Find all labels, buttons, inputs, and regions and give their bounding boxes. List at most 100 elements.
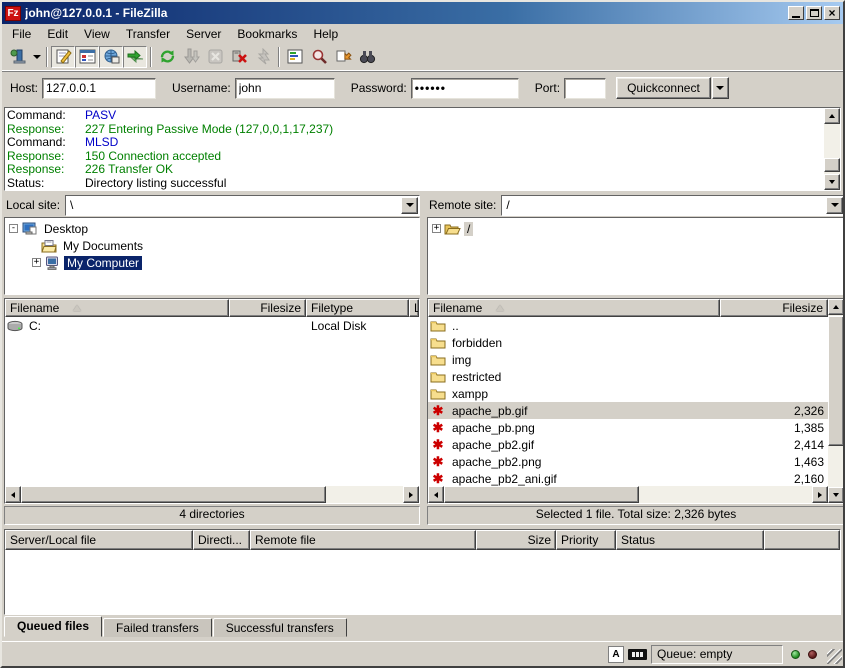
column-header-filesize[interactable]: Filesize — [720, 299, 828, 317]
column-label: Server/Local file — [10, 533, 96, 547]
file-row[interactable]: ✱ apache_pb.png 1,385 — [428, 419, 828, 436]
menu-bar: File Edit View Transfer Server Bookmarks… — [2, 24, 843, 43]
column-header-priority[interactable]: Priority — [556, 530, 616, 550]
scroll-left-button[interactable] — [428, 486, 444, 503]
close-button[interactable]: × — [824, 6, 840, 20]
toggle-message-log-button[interactable] — [51, 46, 75, 68]
expand-expander[interactable]: + — [32, 258, 41, 267]
tree-item-my-computer[interactable]: + My Computer — [5, 254, 419, 271]
scroll-thumb[interactable] — [21, 486, 326, 503]
file-row-selected[interactable]: ✱ apache_pb.gif 2,326 — [428, 402, 828, 419]
expand-expander[interactable]: + — [432, 224, 441, 233]
file-row[interactable]: .. — [428, 317, 828, 334]
image-file-icon: ✱ — [430, 455, 446, 469]
column-header-status[interactable]: Status — [616, 530, 764, 550]
remote-h-scrollbar[interactable] — [428, 486, 828, 503]
scroll-thumb[interactable] — [824, 158, 840, 172]
menu-edit[interactable]: Edit — [39, 25, 76, 43]
file-row[interactable]: xampp — [428, 385, 828, 402]
menu-file[interactable]: File — [4, 25, 39, 43]
collapse-expander[interactable]: - — [9, 224, 18, 233]
column-header-remote-file[interactable]: Remote file — [250, 530, 476, 550]
column-header-filename[interactable]: Filename — [5, 299, 229, 317]
image-file-icon: ✱ — [430, 404, 446, 418]
column-header-filename[interactable]: Filename — [428, 299, 720, 317]
menu-view[interactable]: View — [76, 25, 118, 43]
close-icon: × — [828, 7, 835, 19]
scroll-up-button[interactable] — [824, 108, 840, 124]
directory-filter-button[interactable] — [283, 46, 307, 68]
synchronized-browsing-button[interactable] — [331, 46, 355, 68]
file-row[interactable]: ✱ apache_pb2.gif 2,414 — [428, 436, 828, 453]
minimize-button[interactable] — [788, 6, 804, 20]
scroll-down-button[interactable] — [824, 174, 840, 190]
file-row[interactable]: img — [428, 351, 828, 368]
host-input[interactable] — [42, 78, 156, 99]
refresh-button[interactable] — [155, 46, 179, 68]
toggle-remote-tree-button[interactable] — [99, 46, 123, 68]
find-files-button[interactable] — [355, 46, 379, 68]
file-row[interactable]: ✱ apache_pb2.png 1,463 — [428, 453, 828, 470]
remote-site-dropdown[interactable] — [826, 197, 843, 214]
scroll-right-button[interactable] — [403, 486, 419, 503]
cancel-button[interactable] — [203, 46, 227, 68]
file-name: .. — [448, 319, 728, 333]
toggle-transfer-queue-button[interactable] — [123, 46, 147, 68]
remote-tree: + / — [427, 217, 845, 295]
menu-server[interactable]: Server — [178, 25, 229, 43]
scroll-down-button[interactable] — [828, 487, 844, 503]
tree-item-label: / — [464, 222, 473, 236]
local-h-scrollbar[interactable] — [5, 486, 419, 503]
tab-failed-transfers[interactable]: Failed transfers — [103, 618, 212, 637]
scroll-left-button[interactable] — [5, 486, 21, 503]
column-header-server-local-file[interactable]: Server/Local file — [5, 530, 193, 550]
reconnect-button[interactable] — [251, 46, 275, 68]
message-log-icon — [55, 48, 72, 65]
tree-item-desktop[interactable]: - Desktop — [5, 220, 419, 237]
local-site-combo[interactable]: \ — [65, 195, 420, 216]
maximize-button[interactable] — [806, 6, 822, 20]
port-input[interactable] — [564, 78, 606, 99]
chevron-down-icon — [406, 203, 414, 207]
site-manager-dropdown[interactable] — [30, 46, 43, 68]
file-row-c-drive[interactable]: C: Local Disk — [5, 317, 419, 334]
directory-comparison-button[interactable] — [307, 46, 331, 68]
process-queue-button[interactable] — [179, 46, 203, 68]
column-header-filesize[interactable]: Filesize — [229, 299, 306, 317]
file-row[interactable]: restricted — [428, 368, 828, 385]
quickconnect-button[interactable]: Quickconnect — [616, 77, 711, 99]
username-input[interactable] — [235, 78, 335, 99]
triangle-down-icon — [829, 180, 835, 184]
menu-help[interactable]: Help — [305, 25, 346, 43]
log-scrollbar[interactable] — [824, 108, 840, 190]
column-header-size[interactable]: Size — [476, 530, 556, 550]
tree-item-my-documents[interactable]: My Documents — [5, 237, 419, 254]
quickconnect-dropdown[interactable] — [712, 77, 729, 99]
filezilla-window: Fz john@127.0.0.1 - FileZilla × File Edi… — [0, 0, 845, 668]
tab-successful-transfers[interactable]: Successful transfers — [213, 618, 347, 637]
toggle-local-tree-button[interactable] — [75, 46, 99, 68]
local-site-dropdown[interactable] — [401, 197, 418, 214]
site-manager-button[interactable] — [6, 46, 30, 68]
file-row[interactable]: forbidden — [428, 334, 828, 351]
scroll-right-button[interactable] — [812, 486, 828, 503]
column-header-direction[interactable]: Directi... — [193, 530, 250, 550]
menu-transfer[interactable]: Transfer — [118, 25, 178, 43]
remote-v-scrollbar[interactable] — [828, 299, 844, 503]
file-row[interactable]: ✱ apache_pb2_ani.gif 2,160 — [428, 470, 828, 486]
column-header-filetype[interactable]: Filetype — [306, 299, 409, 317]
remote-site-combo[interactable]: / — [501, 195, 845, 216]
scroll-thumb[interactable] — [444, 486, 639, 503]
menu-bookmarks[interactable]: Bookmarks — [229, 25, 305, 43]
scroll-thumb[interactable] — [828, 316, 844, 446]
list-status-row: 4 directories Selected 1 file. Total siz… — [2, 504, 843, 525]
tab-queued-files[interactable]: Queued files — [4, 616, 102, 637]
scroll-up-button[interactable] — [828, 299, 844, 315]
column-label: L — [414, 301, 419, 315]
column-header-lastmodified[interactable]: L — [409, 299, 419, 317]
password-input[interactable] — [411, 78, 519, 99]
disconnect-button[interactable] — [227, 46, 251, 68]
local-tree-icon — [79, 48, 96, 65]
tree-item-root[interactable]: + / — [428, 220, 844, 237]
resize-grip[interactable] — [827, 649, 842, 664]
